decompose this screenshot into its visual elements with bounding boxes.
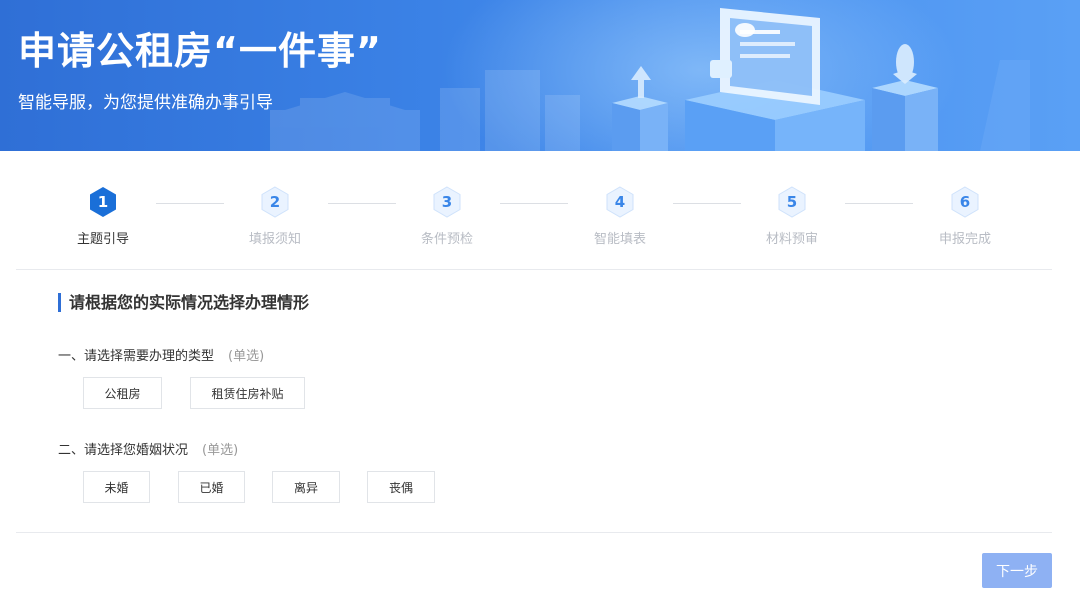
- step-5-number: 5: [786, 193, 798, 211]
- step-5-label: 材料预审: [765, 232, 818, 247]
- step-2-hexagon: 2: [260, 186, 290, 218]
- step-6: 6 申报完成: [905, 186, 1025, 247]
- option-widowed[interactable]: 丧偶: [367, 471, 435, 503]
- step-connector: [156, 203, 224, 204]
- option-rental-subsidy[interactable]: 租赁住房补贴: [190, 377, 305, 409]
- step-connector: [845, 203, 913, 204]
- progress-steps: 1 主题引导 2 填报须知 3 条件预检 4 智能填表 5 材料预审 6 申报完…: [16, 186, 1052, 256]
- step-1-number: 1: [97, 193, 109, 211]
- step-6-label: 申报完成: [938, 232, 991, 247]
- question-marital-label: 二、请选择您婚姻状况: [58, 443, 189, 458]
- step-4: 4 智能填表: [560, 186, 680, 247]
- step-1: 1 主题引导: [43, 186, 163, 247]
- step-6-number: 6: [959, 193, 971, 211]
- step-2-label: 填报须知: [248, 232, 301, 247]
- step-2: 2 填报须知: [215, 186, 335, 247]
- steps-divider: [16, 269, 1052, 270]
- step-4-number: 4: [614, 193, 626, 211]
- question-type-hint: (单选): [228, 349, 265, 364]
- step-1-label: 主题引导: [76, 232, 129, 247]
- step-3-hexagon: 3: [432, 186, 462, 218]
- step-3-label: 条件预检: [420, 232, 473, 247]
- step-connector: [673, 203, 741, 204]
- step-5: 5 材料预审: [732, 186, 852, 247]
- step-3: 3 条件预检: [387, 186, 507, 247]
- question-type: 一、请选择需要办理的类型 (单选): [58, 345, 264, 364]
- footer-divider: [16, 532, 1052, 533]
- step-1-hexagon: 1: [88, 186, 118, 218]
- option-unmarried[interactable]: 未婚: [83, 471, 150, 503]
- option-public-rental[interactable]: 公租房: [83, 377, 162, 409]
- question-type-label: 一、请选择需要办理的类型: [58, 349, 215, 364]
- step-2-number: 2: [269, 193, 281, 211]
- next-step-button[interactable]: 下一步: [982, 553, 1052, 588]
- option-married[interactable]: 已婚: [178, 471, 245, 503]
- step-6-hexagon: 6: [950, 186, 980, 218]
- step-4-hexagon: 4: [605, 186, 635, 218]
- question-marital-hint: (单选): [202, 443, 239, 458]
- page-subtitle: 智能导服，为您提供准确办事引导: [18, 93, 273, 113]
- question-marital: 二、请选择您婚姻状况 (单选): [58, 439, 238, 458]
- option-divorced[interactable]: 离异: [272, 471, 340, 503]
- section-title: 请根据您的实际情况选择办理情形: [58, 293, 309, 312]
- header-banner: 申请公租房“一件事” 智能导服，为您提供准确办事引导: [0, 0, 1080, 151]
- step-5-hexagon: 5: [777, 186, 807, 218]
- page-title: 申请公租房“一件事”: [18, 29, 382, 73]
- step-connector: [500, 203, 568, 204]
- step-3-number: 3: [441, 193, 453, 211]
- step-connector: [328, 203, 396, 204]
- step-4-label: 智能填表: [593, 232, 646, 247]
